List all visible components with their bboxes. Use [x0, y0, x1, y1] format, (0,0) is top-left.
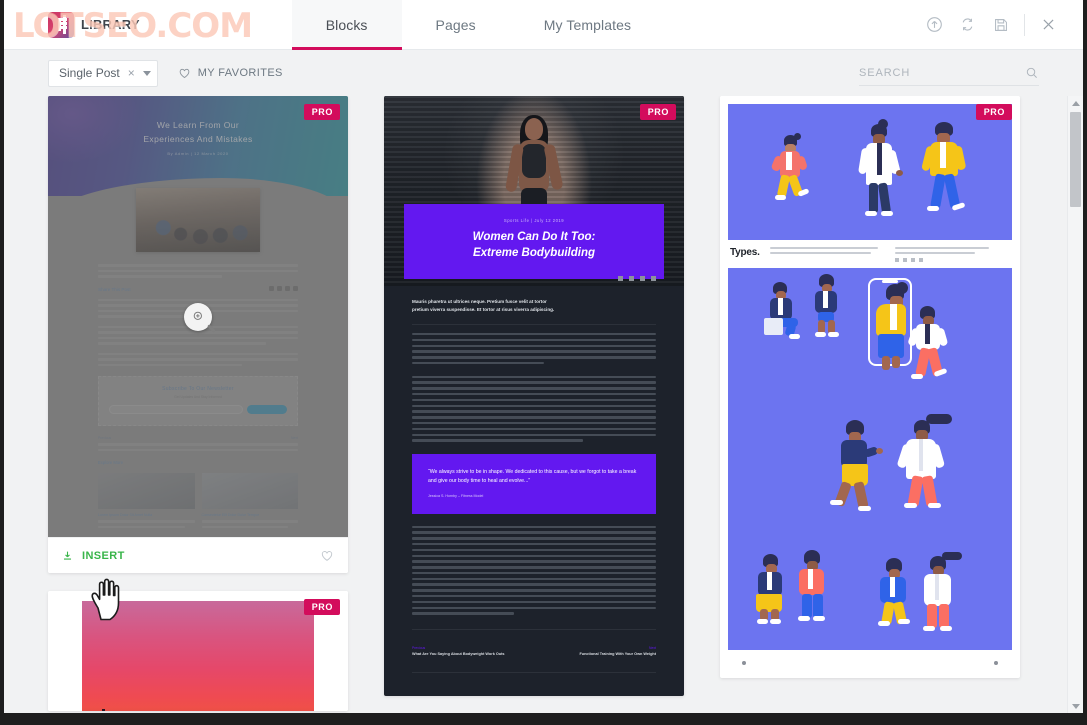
illustration-person-running — [770, 133, 812, 204]
template-card-bodybuilding[interactable]: PRO Sports Life | July 12 2019 Women Can… — [384, 96, 684, 696]
pro-badge: PRO — [639, 104, 676, 120]
grid-column-3: PRO Types. — [720, 96, 1020, 711]
card2-paragraph-2 — [412, 375, 656, 442]
card2-quote-block: “We always strive to be in shape. We ded… — [412, 453, 656, 514]
card2-title-banner: Sports Life | July 12 2019 Women Can Do … — [404, 204, 664, 279]
card2-banner-title-2: Extreme Bodybuilding — [472, 247, 596, 259]
card2-hero: Sports Life | July 12 2019 Women Can Do … — [384, 96, 684, 286]
search-input[interactable] — [859, 66, 1025, 79]
card3-meta-bar: Types. — [720, 240, 1020, 268]
insert-label: INSERT — [82, 549, 125, 562]
favorite-heart-icon[interactable] — [320, 549, 334, 563]
sync-icon[interactable] — [951, 5, 984, 45]
card3-meta-right — [894, 247, 1010, 262]
illustration-person-yellow — [921, 122, 970, 218]
card2-lead: Mauris pharetra ut ultrices neque. Preti… — [412, 299, 555, 312]
search-box — [859, 60, 1039, 86]
category-select[interactable]: Single Post × — [48, 59, 158, 87]
modal-header: LIBRARY LOTSEO.COM Blocks Pages My Templ… — [4, 0, 1083, 50]
close-icon[interactable] — [1032, 5, 1065, 45]
header-divider — [1024, 13, 1025, 36]
card2-banner-title-1: Women Can Do It Too: — [472, 231, 596, 243]
card3-meta-left — [769, 247, 885, 256]
illustration-person-red-pants — [907, 305, 950, 384]
card2-body: Mauris pharetra ut ultrices neque. Preti… — [384, 276, 684, 696]
scroll-up-arrow[interactable] — [1068, 96, 1083, 110]
illustration-person-bottom-1 — [754, 553, 790, 626]
illustration-person-walking — [812, 273, 844, 340]
clear-category-icon[interactable]: × — [126, 67, 137, 79]
card3-illustration-panel — [728, 267, 1012, 650]
illustration-person-yellow-skirt — [830, 419, 883, 512]
card2-nav-prev-kicker: Previous — [412, 645, 426, 650]
card2-explore-kicker: Don't Stop Here — [412, 695, 656, 696]
card2-paragraph-3 — [412, 525, 656, 615]
library-tabs: Blocks Pages My Templates — [291, 0, 665, 50]
card2-quote-text: “We always strive to be in shape. We ded… — [428, 468, 637, 485]
pro-badge: PRO — [303, 599, 340, 615]
template-card-sunset[interactable]: PRO — [48, 591, 348, 711]
scroll-down-arrow[interactable] — [1068, 699, 1083, 713]
library-toolbar: Single Post × MY FAVORITES — [4, 50, 1083, 96]
carousel-prev-dot[interactable] — [742, 660, 746, 665]
card-footer: INSERT — [48, 537, 348, 573]
card2-explore-header: Don't Stop Here MORE TO EXPLORE — [412, 681, 656, 696]
library-brand: LIBRARY — [4, 11, 140, 38]
scrollbar-thumb[interactable] — [1070, 112, 1081, 207]
template-grid[interactable]: PRO We Learn From Our Experiences And Mi… — [4, 96, 1083, 713]
download-icon — [63, 551, 72, 560]
card2-banner-meta: Sports Life | July 12 2019 — [503, 218, 565, 223]
card2-post-nav: Previous What Are You Saying About Bodyw… — [412, 638, 656, 662]
card2-nav-next-title: Functional Training With Your Own Weight — [579, 651, 656, 656]
card2-social-icons — [618, 276, 656, 281]
card3-social-icons — [894, 257, 1010, 262]
insert-button[interactable]: INSERT — [62, 550, 125, 562]
heart-icon — [179, 68, 189, 78]
template-thumbnail[interactable]: PRO — [720, 96, 1020, 678]
elementor-logo-icon — [48, 11, 74, 38]
template-thumbnail[interactable]: PRO Sports Life | July 12 2019 Women Can… — [384, 96, 684, 696]
tab-my-templates[interactable]: My Templates — [510, 0, 665, 50]
vertical-scrollbar[interactable] — [1067, 96, 1083, 713]
card2-quote-author: Jessica S. Hornby – Fitness Model — [428, 493, 484, 498]
tab-blocks[interactable]: Blocks — [291, 0, 402, 50]
app-root: LIBRARY LOTSEO.COM Blocks Pages My Templ… — [0, 0, 1087, 725]
card2-nav-next-kicker: Next — [649, 645, 656, 650]
grid-column-2: PRO Sports Life | July 12 2019 Women Can… — [384, 96, 684, 711]
card4-hero-image — [82, 601, 314, 711]
upload-icon[interactable] — [918, 5, 951, 45]
card2-nav-prev-title: What Are You Saying About Bodyweight Wor… — [412, 651, 505, 656]
template-card-learn[interactable]: PRO We Learn From Our Experiences And Mi… — [48, 96, 348, 573]
search-icon[interactable] — [1025, 66, 1039, 80]
my-favorites-label: MY FAVORITES — [197, 67, 283, 79]
preview-zoom-icon[interactable] — [184, 302, 212, 331]
card2-paragraph-1 — [412, 333, 656, 365]
illustration-person-longhair — [896, 413, 952, 514]
save-icon[interactable] — [984, 5, 1017, 45]
pro-badge: PRO — [975, 104, 1012, 120]
tab-pages[interactable]: Pages — [402, 0, 510, 50]
card3-hero-illustration — [728, 104, 1012, 240]
header-actions — [918, 5, 1083, 45]
template-library-modal: LIBRARY LOTSEO.COM Blocks Pages My Templ… — [4, 0, 1083, 713]
category-select-value: Single Post — [59, 66, 120, 80]
illustration-person-bottom-4 — [918, 551, 962, 632]
chevron-down-icon — [142, 70, 151, 76]
card3-carousel-nav — [720, 649, 1020, 676]
template-thumbnail[interactable]: PRO — [48, 591, 348, 711]
card3-heading: Types. — [730, 247, 760, 258]
illustration-person-bottom-2 — [794, 549, 832, 626]
illustration-person-bottom-3 — [876, 557, 914, 630]
carousel-next-dot[interactable] — [994, 660, 998, 665]
grid-column-1: PRO We Learn From Our Experiences And Mi… — [48, 96, 348, 711]
illustration-person-sitting — [764, 281, 800, 342]
template-card-types[interactable]: PRO Types. — [720, 96, 1020, 678]
illustration-person-coat — [858, 119, 903, 218]
pro-badge: PRO — [303, 104, 340, 120]
my-favorites-filter[interactable]: MY FAVORITES — [178, 67, 283, 80]
template-thumbnail[interactable]: PRO We Learn From Our Experiences And Mi… — [48, 96, 348, 537]
brand-label: LIBRARY — [81, 17, 140, 32]
